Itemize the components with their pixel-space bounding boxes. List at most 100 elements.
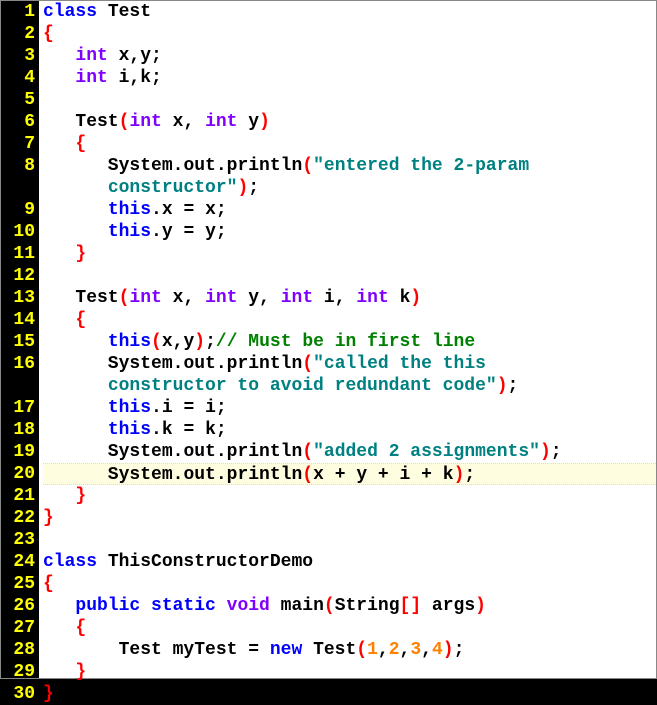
code-line[interactable]: } (43, 485, 656, 507)
code-line[interactable]: this.x = x; (43, 199, 656, 221)
code-line[interactable]: System.out.println(x + y + i + k); (43, 463, 656, 485)
code-line[interactable]: } (43, 507, 656, 529)
token-op: System (43, 354, 173, 374)
code-line[interactable]: { (43, 573, 656, 595)
token-op: k (389, 288, 411, 308)
token-paren: ) (410, 288, 421, 308)
code-line[interactable]: Test myTest = new Test(1,2,3,4); (43, 639, 656, 661)
token-op (43, 244, 75, 264)
token-op: println (227, 354, 303, 374)
token-num: 4 (432, 640, 443, 660)
line-number (1, 177, 35, 199)
token-op (43, 398, 108, 418)
token-op: x (194, 200, 216, 220)
token-kw: static (151, 596, 216, 616)
code-area[interactable]: class Test{ int x,y; int i,k; Test(int x… (39, 1, 656, 678)
token-brace: { (43, 574, 54, 594)
token-punct: . (216, 442, 227, 462)
code-line[interactable]: public static void main(String[] args) (43, 595, 656, 617)
token-op (43, 310, 75, 330)
code-line[interactable]: } (43, 683, 656, 705)
token-op: x (162, 288, 184, 308)
code-line[interactable]: { (43, 617, 656, 639)
token-paren: ) (475, 596, 486, 616)
code-line[interactable]: Test(int x, int y) (43, 111, 656, 133)
code-line[interactable]: constructor to avoid redundant code"); (43, 375, 656, 397)
token-op: out (183, 465, 215, 485)
token-comment: // Must be in first line (216, 332, 475, 352)
token-op: y (237, 112, 259, 132)
line-number (1, 375, 35, 397)
code-line[interactable]: class ThisConstructorDemo (43, 551, 656, 573)
token-paren: ( (302, 442, 313, 462)
code-line[interactable]: { (43, 133, 656, 155)
token-punct: . (216, 156, 227, 176)
line-number: 14 (1, 309, 35, 331)
line-number: 7 (1, 133, 35, 155)
code-line[interactable]: this.i = i; (43, 397, 656, 419)
line-number: 8 (1, 155, 35, 177)
token-type: int (129, 112, 161, 132)
code-line[interactable]: } (43, 661, 656, 683)
token-op (43, 68, 75, 88)
code-line[interactable]: this.y = y; (43, 221, 656, 243)
line-number: 4 (1, 67, 35, 89)
token-op: k (432, 465, 454, 485)
code-line[interactable] (43, 265, 656, 287)
line-number: 11 (1, 243, 35, 265)
token-punct: . (216, 465, 227, 485)
token-op (43, 376, 108, 396)
token-punct: , (173, 332, 184, 352)
line-number: 16 (1, 353, 35, 375)
code-line[interactable] (43, 529, 656, 551)
code-editor[interactable]: 1234567891011121314151617181920212223242… (1, 1, 656, 678)
code-line[interactable]: { (43, 23, 656, 45)
token-brace: } (43, 684, 54, 704)
line-number: 6 (1, 111, 35, 133)
token-op: i (389, 465, 421, 485)
code-line[interactable]: int x,y; (43, 45, 656, 67)
code-line[interactable]: } (43, 243, 656, 265)
token-op (259, 640, 270, 660)
code-line[interactable]: class Test (43, 1, 656, 23)
token-punct: , (129, 46, 140, 66)
token-type: int (129, 288, 161, 308)
token-punct: = (183, 222, 194, 242)
line-number: 12 (1, 265, 35, 287)
code-line[interactable]: this.k = k; (43, 419, 656, 441)
code-line[interactable]: { (43, 309, 656, 331)
token-op (270, 288, 281, 308)
line-number: 19 (1, 441, 35, 463)
line-number: 9 (1, 199, 35, 221)
token-num: 3 (410, 640, 421, 660)
code-line[interactable]: int i,k; (43, 67, 656, 89)
code-line[interactable] (43, 89, 656, 111)
token-punct: + (421, 465, 432, 485)
token-punct: . (173, 354, 184, 374)
code-line[interactable]: Test(int x, int y, int i, int k) (43, 287, 656, 309)
token-punct: = (183, 398, 194, 418)
token-paren: ) (443, 640, 454, 660)
token-op: y (346, 465, 378, 485)
token-punct: . (173, 465, 184, 485)
token-punct: , (259, 288, 270, 308)
code-line[interactable]: this(x,y);// Must be in first line (43, 331, 656, 353)
token-op: y (162, 222, 184, 242)
code-line[interactable]: System.out.println("added 2 assignments"… (43, 441, 656, 463)
token-paren: ( (356, 640, 367, 660)
code-line[interactable]: constructor"); (43, 177, 656, 199)
token-op: main (270, 596, 324, 616)
token-op (194, 112, 205, 132)
token-paren: ) (237, 178, 248, 198)
code-line[interactable]: System.out.println("entered the 2-param (43, 155, 656, 177)
code-line[interactable]: System.out.println("called the this (43, 353, 656, 375)
line-number: 30 (1, 683, 35, 705)
token-op: k (194, 420, 216, 440)
token-paren: ( (119, 112, 130, 132)
token-op: Test (302, 640, 356, 660)
line-number: 3 (1, 45, 35, 67)
token-op: i (313, 288, 335, 308)
token-op: out (183, 156, 215, 176)
token-type: int (205, 112, 237, 132)
token-punct: , (183, 288, 194, 308)
